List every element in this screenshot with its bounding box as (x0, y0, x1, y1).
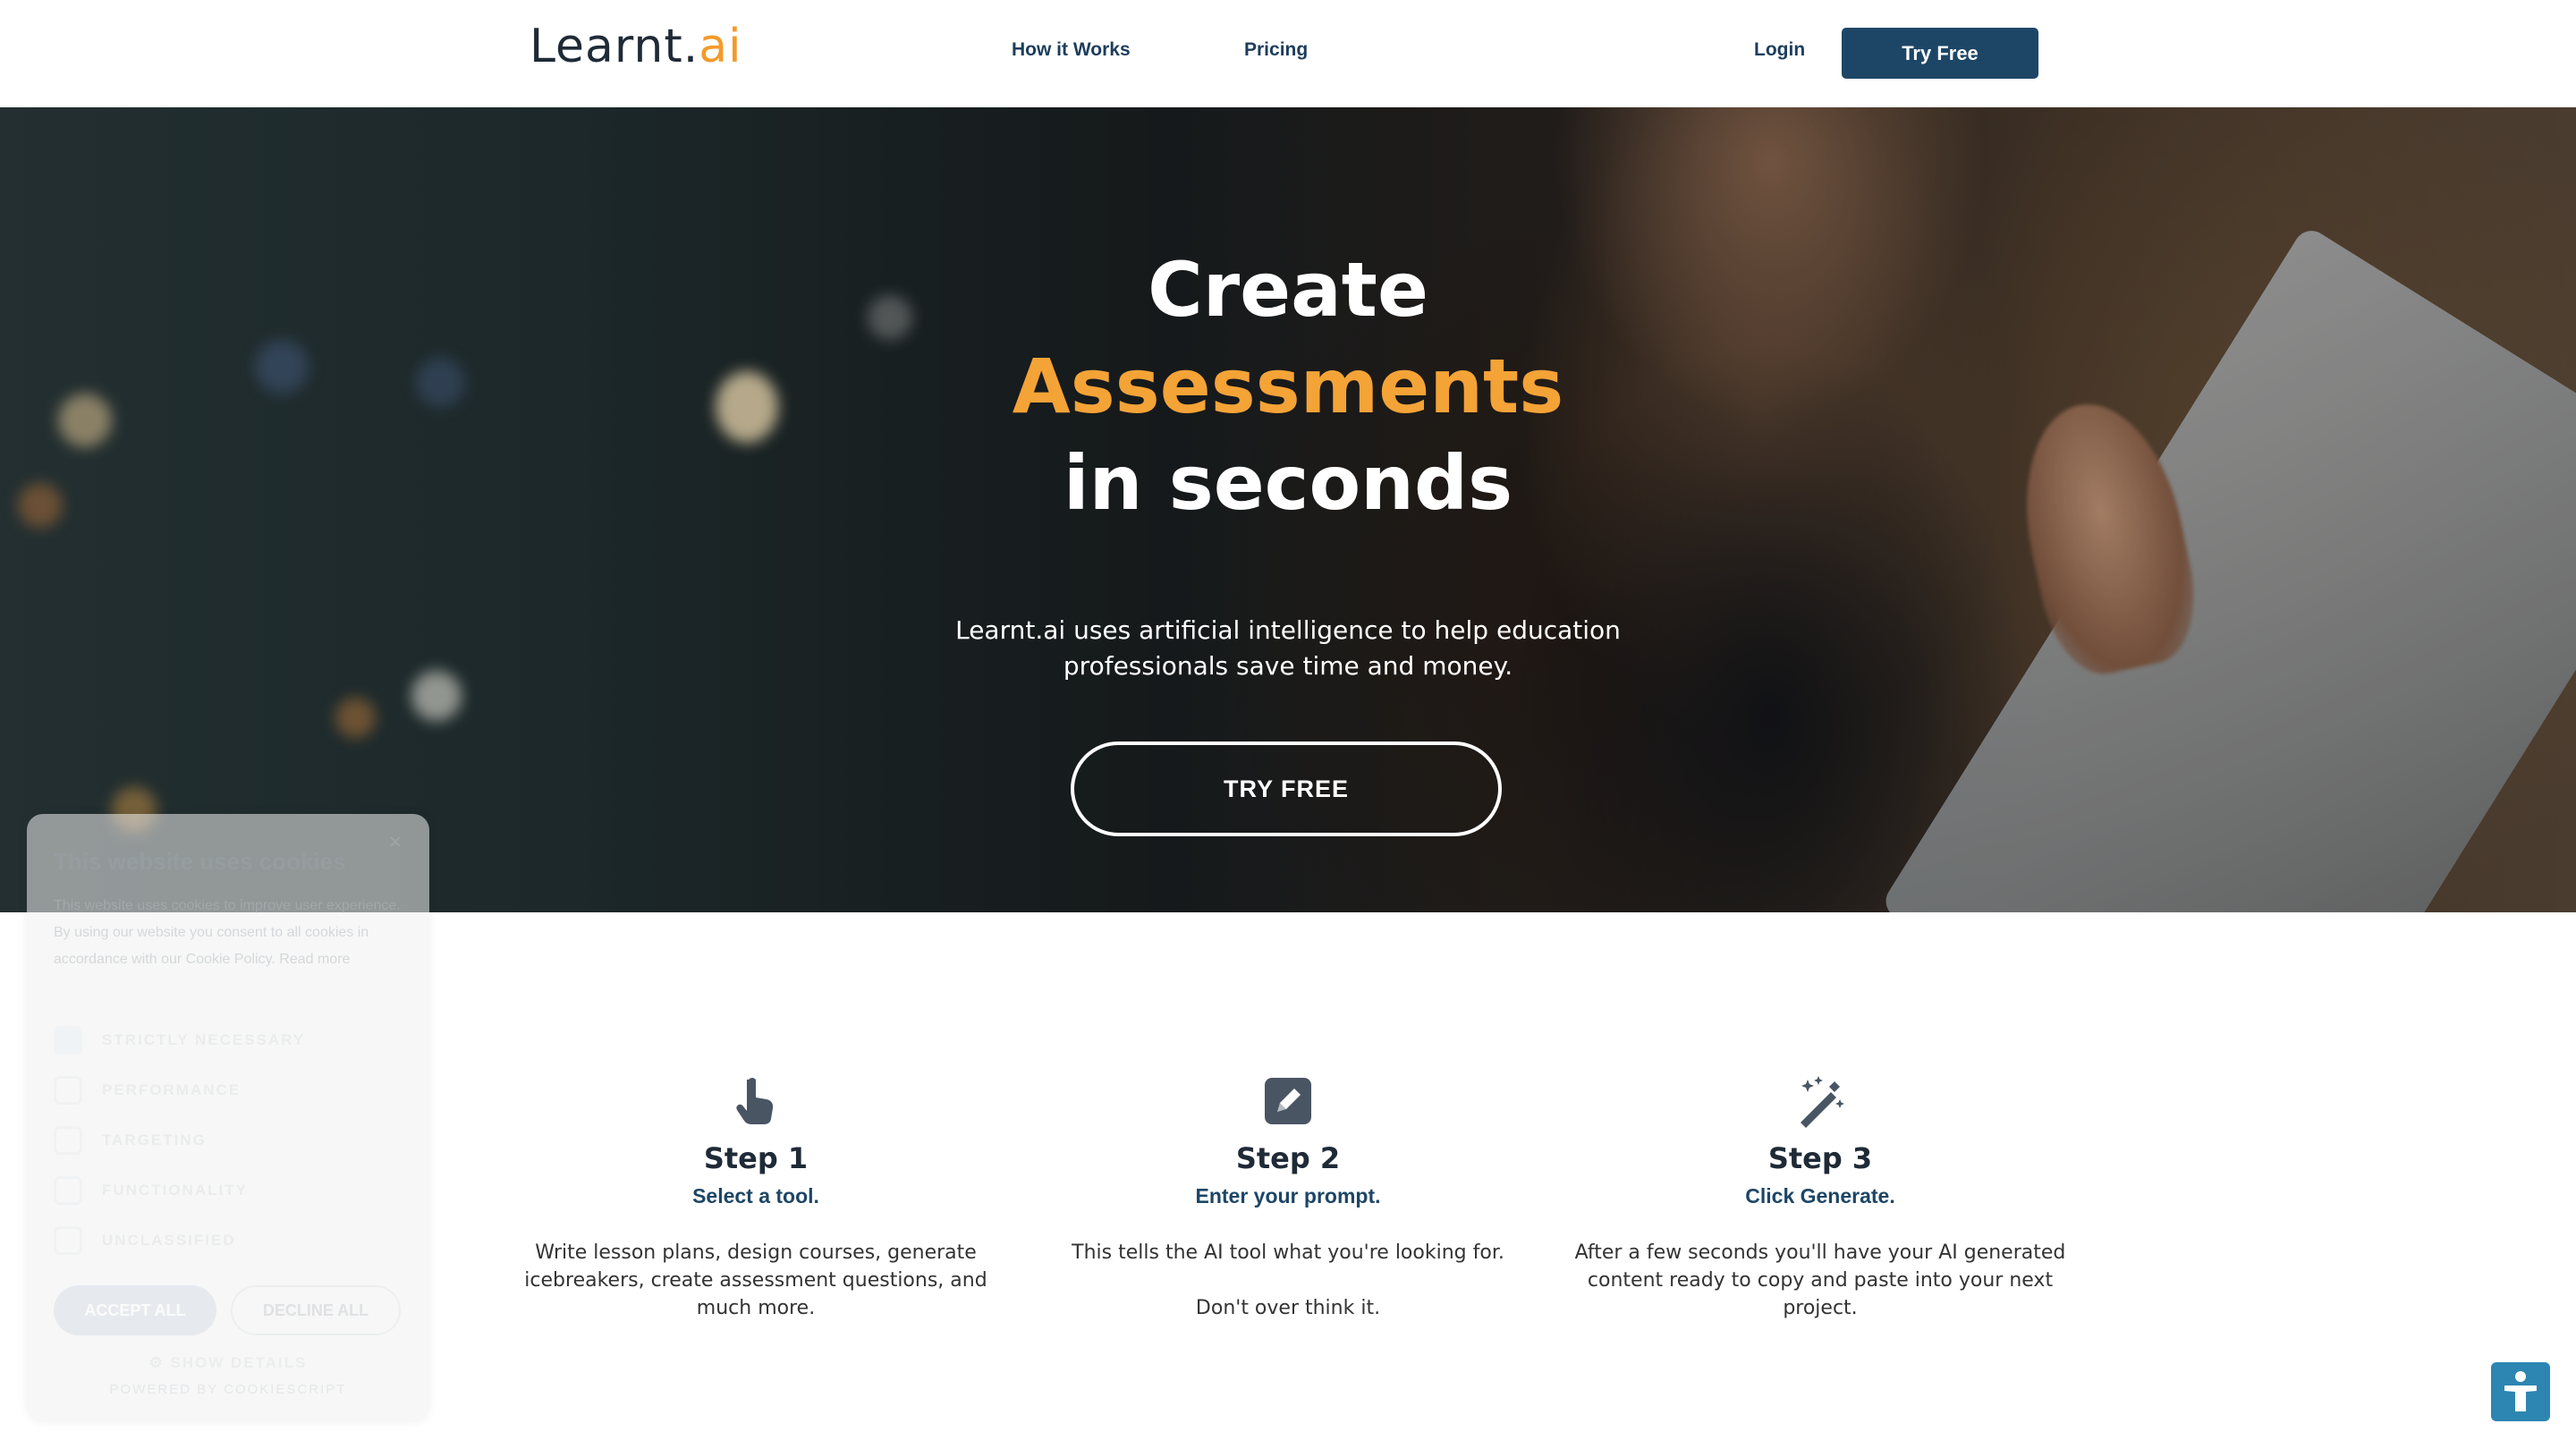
hero-title-accent: Assessments (1012, 343, 1564, 430)
cookie-option-unclassified[interactable]: UNCLASSIFIED (54, 1224, 394, 1257)
checkbox-performance[interactable] (54, 1076, 82, 1105)
cookie-banner: This website uses cookies × This website… (27, 814, 429, 1422)
cookie-option-strictly-necessary[interactable]: STRICTLY NECESSARY (54, 1024, 394, 1056)
hero-title: Create Assessments in seconds (0, 242, 2576, 531)
accessibility-button[interactable] (2491, 1362, 2550, 1421)
cookie-option-functionality[interactable]: FUNCTIONALITY (54, 1174, 394, 1207)
checkbox-strictly-necessary[interactable] (54, 1026, 82, 1055)
step-2-subtitle: Enter your prompt. (1195, 1184, 1381, 1208)
nav-link-how-it-works[interactable]: How it Works (1012, 39, 1131, 61)
hero-subtitle: Learnt.ai uses artificial intelligence t… (955, 615, 1621, 681)
cookie-option-performance[interactable]: PERFORMANCE (54, 1074, 394, 1106)
cookie-powered-by: POWERED BY COOKIESCRIPT (109, 1382, 347, 1397)
gear-icon: ⚙ (148, 1354, 171, 1371)
hero-title-line-1: Create (1148, 246, 1428, 334)
checkbox-functionality[interactable] (54, 1176, 82, 1205)
nav-link-pricing[interactable]: Pricing (1244, 39, 1308, 61)
pointer-hand-icon (728, 1073, 784, 1129)
top-navbar: Learnt.ai How it Works Pricing Login Try… (0, 0, 2576, 107)
cookie-option-label: STRICTLY NECESSARY (102, 1031, 306, 1048)
cookie-option-label: UNCLASSIFIED (102, 1232, 236, 1249)
step-3-description: After a few seconds you'll have your AI … (1574, 1241, 2066, 1319)
cookie-option-label: TARGETING (102, 1131, 207, 1148)
logo[interactable]: Learnt.ai (530, 20, 742, 73)
show-details-label: SHOW DETAILS (170, 1354, 308, 1371)
hero-try-free-button[interactable]: TRY FREE (1071, 741, 1502, 836)
close-icon[interactable]: × (389, 830, 402, 855)
cookie-option-targeting[interactable]: TARGETING (54, 1124, 394, 1157)
logo-main-text: Learnt. (530, 20, 699, 73)
accessibility-person-icon (2504, 1371, 2537, 1411)
cookie-banner-title: This website uses cookies (54, 848, 346, 875)
hero-title-line-3: in seconds (1063, 439, 1513, 527)
logo-accent-text: ai (699, 20, 742, 73)
magic-wand-icon (1792, 1073, 1848, 1129)
accept-all-button[interactable]: ACCEPT ALL (54, 1285, 216, 1335)
step-card-2: Step 2 Enter your prompt. This tells the… (1038, 1073, 1538, 1322)
step-card-3: Step 3 Click Generate. After a few secon… (1570, 1073, 2071, 1322)
step-2-title: Step 2 (1235, 1141, 1341, 1175)
step-2-description: This tells the AI tool what you're looki… (1072, 1241, 1504, 1319)
step-1-subtitle: Select a tool. (692, 1184, 819, 1208)
cookie-option-label: FUNCTIONALITY (102, 1182, 248, 1199)
login-link[interactable]: Login (1754, 39, 1805, 61)
step-1-description: Write lesson plans, design courses, gene… (524, 1241, 987, 1319)
checkbox-targeting[interactable] (54, 1126, 82, 1155)
step-3-subtitle: Click Generate. (1745, 1184, 1895, 1208)
cookie-option-label: PERFORMANCE (102, 1081, 242, 1098)
show-details-button[interactable]: ⚙ SHOW DETAILS (27, 1354, 429, 1372)
checkbox-unclassified[interactable] (54, 1226, 82, 1255)
decline-all-button[interactable]: DECLINE ALL (231, 1285, 401, 1335)
cookie-banner-text: This website uses cookies to improve use… (54, 898, 401, 967)
step-3-title: Step 3 (1767, 1141, 1873, 1175)
pencil-square-icon (1260, 1073, 1316, 1129)
try-free-button[interactable]: Try Free (1842, 28, 2038, 79)
step-1-title: Step 1 (703, 1141, 809, 1175)
step-card-1: Step 1 Select a tool. Write lesson plans… (505, 1073, 1006, 1322)
hero-section: Create Assessments in seconds Learnt.ai … (0, 107, 2576, 912)
